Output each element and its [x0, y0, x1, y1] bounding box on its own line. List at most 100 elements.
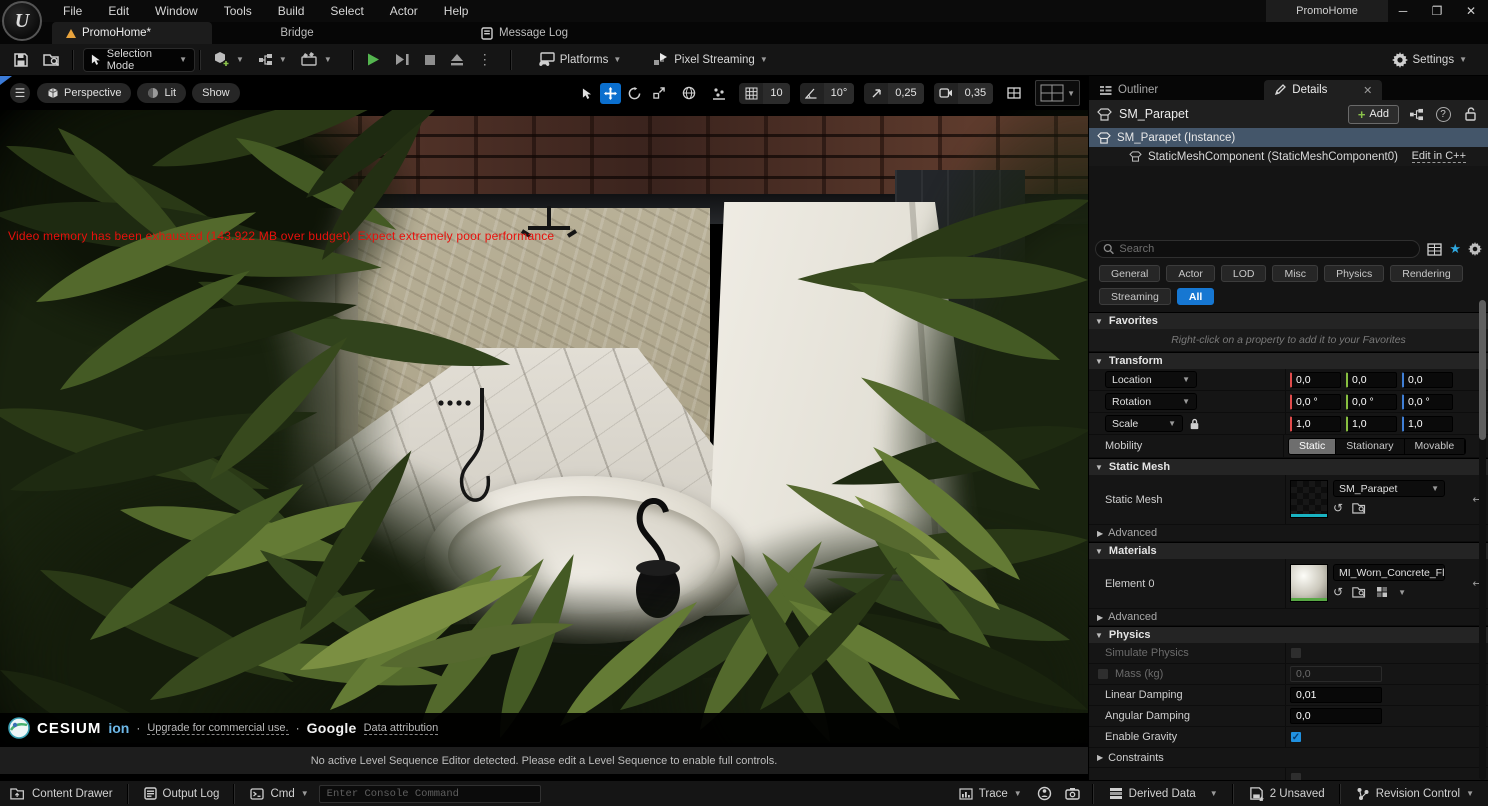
tab-outliner[interactable]: Outliner — [1089, 80, 1168, 100]
category-favorites[interactable]: ▼ Favorites — [1089, 312, 1488, 329]
frame-skip-button[interactable] — [388, 48, 417, 72]
category-transform[interactable]: ▼ Transform — [1089, 352, 1488, 369]
angular-damping-field[interactable]: 0,0 — [1290, 708, 1382, 724]
close-button[interactable]: ✕ — [1454, 0, 1488, 22]
use-selected-asset-icon[interactable]: ↺ — [1333, 501, 1343, 515]
add-component-button[interactable]: + Add — [1347, 104, 1399, 124]
mobility-stationary[interactable]: Stationary — [1336, 438, 1405, 454]
tab-promohome[interactable]: PromoHome* — [52, 22, 212, 44]
unsaved-button[interactable]: 2 Unsaved — [1239, 781, 1335, 806]
selection-mode-dropdown[interactable]: Selection Mode ▼ — [83, 47, 195, 72]
viewport-layout-dropdown[interactable]: ▼ — [1035, 80, 1080, 106]
filter-lod[interactable]: LOD — [1220, 265, 1267, 282]
camera-speed-control[interactable]: 0,35 — [933, 82, 994, 104]
cinematics-dropdown[interactable]: ▼ — [294, 48, 339, 72]
scale-dropdown[interactable]: Scale ▼ — [1105, 415, 1183, 432]
grid-snap-control[interactable]: 10 — [739, 82, 790, 104]
restore-button[interactable]: ❐ — [1420, 0, 1454, 22]
menu-select[interactable]: Select — [317, 1, 376, 21]
filter-rendering[interactable]: Rendering — [1390, 265, 1463, 282]
simulate-physics-checkbox[interactable] — [1290, 647, 1302, 659]
move-tool-button[interactable] — [600, 82, 622, 104]
play-button[interactable] — [359, 48, 388, 72]
pixel-streaming-dropdown[interactable]: Pixel Streaming ▼ — [646, 48, 774, 72]
viewport-options-button[interactable]: ☰ — [10, 83, 30, 103]
derived-data-dropdown[interactable]: Derived Data ▼ — [1099, 781, 1228, 806]
rotation-dropdown[interactable]: Rotation ▼ — [1105, 393, 1197, 410]
stop-button[interactable] — [417, 48, 443, 72]
details-scrollbar-thumb[interactable] — [1479, 300, 1486, 440]
enable-gravity-checkbox[interactable]: ✓ — [1290, 731, 1302, 743]
content-drawer-button[interactable]: Content Drawer — [0, 781, 123, 806]
menu-window[interactable]: Window — [142, 1, 211, 21]
details-settings-icon[interactable] — [1468, 242, 1482, 256]
category-physics[interactable]: ▼ Physics — [1089, 626, 1488, 643]
mobility-static[interactable]: Static — [1289, 438, 1337, 454]
add-actor-dropdown[interactable]: ▼ — [206, 48, 251, 72]
console-input[interactable] — [326, 787, 533, 800]
menu-actor[interactable]: Actor — [377, 1, 431, 21]
platforms-dropdown[interactable]: Platforms ▼ — [531, 48, 629, 72]
help-button[interactable]: ? — [1433, 105, 1453, 124]
scale-z-field[interactable]: 1,0 — [1402, 415, 1453, 432]
component-row-staticmesh[interactable]: StaticMeshComponent (StaticMeshComponent… — [1089, 147, 1488, 166]
display-filter-icon[interactable] — [1427, 242, 1442, 256]
save-button[interactable] — [6, 48, 36, 72]
edit-in-cpp-link[interactable]: Edit in C++ — [1411, 150, 1466, 163]
rotate-tool-button[interactable] — [624, 83, 645, 104]
show-dropdown[interactable]: Show — [192, 83, 240, 103]
scale-y-field[interactable]: 1,0 — [1346, 415, 1397, 432]
filter-streaming[interactable]: Streaming — [1099, 288, 1171, 305]
scale-tool-button[interactable] — [648, 83, 669, 104]
menu-file[interactable]: File — [50, 1, 95, 21]
lock-button[interactable] — [1460, 105, 1480, 124]
category-materials[interactable]: ▼ Materials — [1089, 542, 1488, 559]
menu-help[interactable]: Help — [431, 1, 482, 21]
linear-damping-field[interactable]: 0,01 — [1290, 687, 1382, 703]
static-mesh-thumbnail[interactable] — [1290, 480, 1328, 518]
data-attribution-link[interactable]: Data attribution — [363, 722, 439, 735]
close-icon[interactable]: ✕ — [1363, 84, 1372, 97]
scale-x-field[interactable]: 1,0 — [1290, 415, 1341, 432]
rotation-y-field[interactable]: 0,0 ° — [1346, 393, 1397, 410]
tab-message-log[interactable]: Message Log — [467, 22, 582, 44]
unreal-logo-icon[interactable]: U — [2, 1, 42, 41]
use-selected-asset-icon[interactable]: ↺ — [1333, 585, 1343, 599]
output-log-button[interactable]: Output Log — [134, 781, 230, 806]
tab-bridge[interactable]: Bridge — [212, 22, 382, 44]
revision-control-dropdown[interactable]: Revision Control ▼ — [1346, 781, 1484, 806]
trace-dropdown[interactable]: Trace ▼ — [949, 781, 1032, 806]
level-viewport[interactable]: ☰ Perspective Lit Show 10 10° 0,25 0,35 … — [0, 76, 1088, 780]
material-options-icon[interactable] — [1376, 586, 1389, 598]
scale-snap-control[interactable]: 0,25 — [864, 82, 924, 104]
material-thumbnail[interactable] — [1290, 564, 1328, 602]
chevron-down-icon[interactable]: ▼ — [1398, 588, 1406, 597]
rotation-z-field[interactable]: 0,0 ° — [1402, 393, 1453, 410]
scene-render[interactable]: Video memory has been exhausted (143.922… — [0, 110, 1088, 743]
search-box[interactable] — [1095, 240, 1421, 258]
static-mesh-asset-dropdown[interactable]: SM_Parapet ▼ — [1333, 480, 1445, 497]
search-input[interactable] — [1119, 243, 1413, 255]
browse-to-asset-icon[interactable] — [1352, 502, 1367, 514]
play-options-button[interactable]: ⋮ — [471, 48, 499, 72]
materials-advanced-row[interactable]: ▶ Advanced — [1089, 609, 1488, 626]
perspective-dropdown[interactable]: Perspective — [37, 83, 132, 103]
lit-dropdown[interactable]: Lit — [137, 83, 187, 103]
category-static-mesh[interactable]: ▼ Static Mesh — [1089, 458, 1488, 475]
static-mesh-advanced-row[interactable]: ▶ Advanced — [1089, 525, 1488, 542]
component-row-instance[interactable]: SM_Parapet (Instance) — [1089, 128, 1488, 147]
surface-snap-button[interactable] — [708, 83, 729, 104]
mass-override-checkbox[interactable] — [1097, 668, 1109, 680]
world-space-button[interactable] — [678, 83, 699, 104]
filter-all[interactable]: All — [1176, 288, 1215, 305]
mobility-movable[interactable]: Movable — [1404, 438, 1466, 454]
rotation-x-field[interactable]: 0,0 ° — [1290, 393, 1341, 410]
mass-field[interactable]: 0,0 — [1290, 666, 1382, 682]
location-z-field[interactable]: 0,0 — [1402, 371, 1453, 388]
scale-lock-icon[interactable] — [1189, 418, 1200, 430]
menu-tools[interactable]: Tools — [211, 1, 265, 21]
snapshot-button[interactable] — [1057, 781, 1088, 806]
insights-button[interactable] — [1032, 781, 1057, 806]
convert-blueprint-button[interactable] — [1406, 105, 1426, 124]
material-asset-dropdown[interactable]: MI_Worn_Concrete_Floor_vi — [1333, 564, 1445, 581]
